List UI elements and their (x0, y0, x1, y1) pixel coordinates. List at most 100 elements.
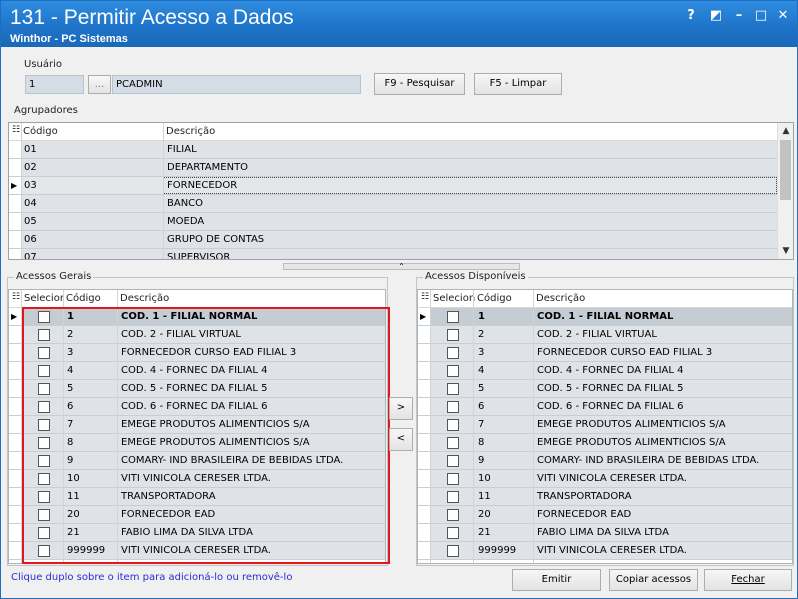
agrupadores-label: Agrupadores (14, 105, 78, 116)
row-indicator (418, 524, 430, 541)
fechar-button[interactable]: Fechar (704, 569, 792, 591)
column-chooser-icon[interactable]: ☷ (12, 125, 20, 135)
select-checkbox[interactable] (447, 347, 459, 359)
access-row[interactable]: 8 EMEGE PRODUTOS ALIMENTICIOS S/A (418, 434, 792, 452)
access-row[interactable]: 6 COD. 6 - FORNEC DA FILIAL 6 (418, 398, 792, 416)
acessos-disponiveis-label: Acessos Disponíveis (423, 271, 528, 282)
usuario-name-field[interactable]: PCADMIN (112, 75, 361, 94)
access-descricao: FORNECEDOR CURSO EAD FILIAL 3 (537, 347, 713, 358)
select-checkbox[interactable] (447, 491, 459, 503)
row-indicator-icon: ▶ (9, 177, 21, 194)
scroll-down-icon[interactable]: ▼ (778, 243, 793, 259)
agrupador-row[interactable]: 02 DEPARTAMENTO (9, 159, 778, 177)
access-row[interactable]: 10 VITI VINICOLA CERESER LTDA. (418, 470, 792, 488)
minimize-icon[interactable]: – (731, 8, 747, 24)
disponiveis-header-selecionar[interactable]: Selecion (433, 293, 475, 304)
selected-row-outline (163, 177, 777, 194)
access-descricao: FORNECEDOR EAD (537, 509, 632, 520)
usuario-code-field[interactable]: 1 (25, 75, 84, 94)
remove-access-button[interactable]: < (389, 428, 413, 451)
agrupadores-header-descricao[interactable]: Descrição (166, 126, 215, 137)
column-divider (430, 290, 431, 563)
access-descricao: FABIO LIMA DA SILVA LTDA (537, 527, 669, 538)
access-row[interactable]: 5 COD. 5 - FORNEC DA FILIAL 5 (418, 380, 792, 398)
copiar-acessos-button[interactable]: Copiar acessos (609, 569, 698, 591)
row-indicator (9, 326, 21, 343)
row-indicator (9, 398, 21, 415)
restore-icon[interactable]: ◩ (708, 8, 724, 24)
access-descricao: COMARY- IND BRASILEIRA DE BEBIDAS LTDA. (537, 455, 760, 466)
access-row[interactable]: ▶ 1 COD. 1 - FILIAL NORMAL (418, 308, 792, 326)
gerais-header-codigo[interactable]: Código (66, 293, 101, 304)
usuario-lookup-button[interactable]: ... (88, 75, 111, 94)
row-indicator-icon: ▶ (9, 308, 21, 325)
row-indicator (418, 434, 430, 451)
select-checkbox[interactable] (447, 419, 459, 431)
select-checkbox[interactable] (447, 311, 459, 323)
gerais-header-descricao[interactable]: Descrição (120, 293, 169, 304)
splitter-handle[interactable]: ⌃ (283, 262, 520, 271)
access-row[interactable]: 21 FABIO LIMA DA SILVA LTDA (418, 524, 792, 542)
access-row[interactable]: 9 COMARY- IND BRASILEIRA DE BEBIDAS LTDA. (418, 452, 792, 470)
access-row[interactable]: 3 FORNECEDOR CURSO EAD FILIAL 3 (418, 344, 792, 362)
close-icon[interactable]: ✕ (775, 8, 791, 24)
row-indicator (9, 470, 21, 487)
agrupador-row[interactable]: 06 GRUPO DE CONTAS (9, 231, 778, 249)
access-codigo: 4 (478, 365, 485, 376)
select-checkbox[interactable] (447, 527, 459, 539)
scroll-up-icon[interactable]: ▲ (778, 123, 793, 139)
usuario-label: Usuário (24, 59, 63, 70)
access-row[interactable]: 4 COD. 4 - FORNEC DA FILIAL 4 (418, 362, 792, 380)
access-row[interactable]: 20 FORNECEDOR EAD (418, 506, 792, 524)
select-checkbox[interactable] (447, 509, 459, 521)
scroll-thumb[interactable] (780, 140, 791, 200)
select-checkbox[interactable] (447, 401, 459, 413)
column-chooser-icon[interactable]: ☷ (12, 292, 20, 302)
row-indicator (9, 380, 21, 397)
row-indicator (418, 542, 430, 559)
select-checkbox[interactable] (447, 383, 459, 395)
add-access-button[interactable]: > (389, 397, 413, 420)
access-codigo: 10 (478, 473, 491, 484)
row-indicator (9, 434, 21, 451)
access-row[interactable]: 7 EMEGE PRODUTOS ALIMENTICIOS S/A (418, 416, 792, 434)
help-icon[interactable]: ? (683, 8, 699, 24)
agrupador-row[interactable]: ▶ 03 FORNECEDOR (9, 177, 778, 195)
limpar-button[interactable]: F5 - Limpar (474, 73, 562, 95)
agrupador-codigo: 07 (24, 252, 37, 260)
column-divider (473, 290, 474, 563)
agrupadores-scrollbar[interactable]: ▲ ▼ (777, 123, 793, 259)
select-checkbox[interactable] (447, 455, 459, 467)
agrupador-row[interactable]: 04 BANCO (9, 195, 778, 213)
access-codigo: 7 (478, 419, 485, 430)
pesquisar-button[interactable]: F9 - Pesquisar (374, 73, 465, 95)
access-row[interactable]: 999999 VITI VINICOLA CERESER LTDA. (418, 542, 792, 560)
agrupador-row[interactable]: 07 SUPERVISOR (9, 249, 778, 260)
select-checkbox[interactable] (447, 545, 459, 557)
row-indicator (9, 416, 21, 433)
row-indicator (9, 213, 21, 230)
row-indicator (9, 524, 21, 541)
agrupador-codigo: 04 (24, 198, 37, 209)
select-checkbox[interactable] (447, 473, 459, 485)
disponiveis-header-codigo[interactable]: Código (477, 293, 512, 304)
agrupador-row[interactable]: 05 MOEDA (9, 213, 778, 231)
select-checkbox[interactable] (447, 437, 459, 449)
agrupadores-header-codigo[interactable]: Código (23, 126, 58, 137)
select-checkbox[interactable] (447, 365, 459, 377)
agrupador-codigo: 03 (24, 180, 37, 191)
disponiveis-header-descricao[interactable]: Descrição (536, 293, 585, 304)
column-chooser-icon[interactable]: ☷ (421, 292, 429, 302)
access-descricao: COD. 5 - FORNEC DA FILIAL 5 (537, 383, 684, 394)
gerais-header-selecionar[interactable]: Selecior (24, 293, 64, 304)
access-descricao: VITI VINICOLA CERESER LTDA. (537, 473, 687, 484)
emitir-button[interactable]: Emitir (512, 569, 601, 591)
agrupador-row[interactable]: 01 FILIAL (9, 141, 778, 159)
access-row[interactable]: 11 TRANSPORTADORA (418, 488, 792, 506)
select-checkbox[interactable] (447, 329, 459, 341)
access-row[interactable]: 2 COD. 2 - FILIAL VIRTUAL (418, 326, 792, 344)
agrupador-descricao: BANCO (167, 198, 204, 209)
access-codigo: 999999 (478, 545, 517, 556)
chevron-up-icon[interactable]: ⌃ (398, 262, 405, 271)
maximize-icon[interactable]: □ (753, 8, 769, 24)
